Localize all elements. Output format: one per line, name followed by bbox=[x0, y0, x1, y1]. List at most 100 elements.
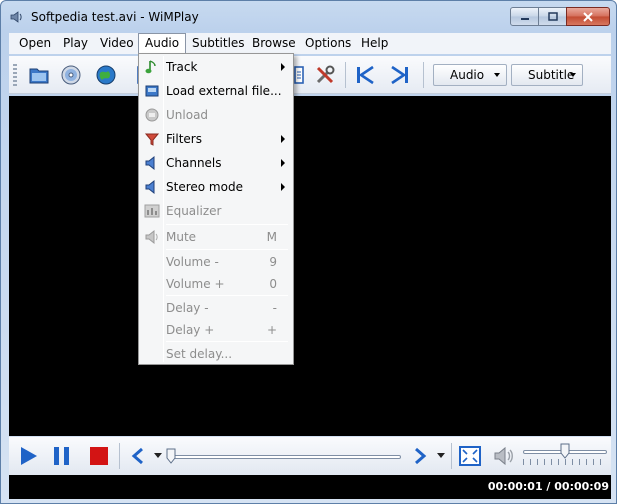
menu-browse[interactable]: Browse bbox=[246, 33, 302, 54]
maximize-icon bbox=[547, 12, 558, 21]
subtitle-dropdown[interactable]: Subtitle bbox=[511, 64, 583, 86]
menu-item-label: Unload bbox=[166, 108, 209, 122]
filters-icon bbox=[144, 133, 160, 146]
toolbar-separator bbox=[423, 62, 424, 88]
menu-item-label: Delay + bbox=[166, 323, 215, 337]
audio-menu: Track Load external file... Unload Filte… bbox=[138, 53, 294, 365]
seek-back-button[interactable] bbox=[125, 443, 151, 469]
folder-icon bbox=[29, 68, 49, 84]
mute-button[interactable] bbox=[491, 443, 517, 469]
menu-audio[interactable]: Audio bbox=[138, 33, 187, 54]
stop-icon bbox=[90, 447, 108, 465]
play-icon bbox=[21, 447, 37, 465]
menu-open[interactable]: Open bbox=[13, 33, 57, 54]
list-icon bbox=[294, 66, 304, 84]
menu-item-label: Volume + bbox=[166, 277, 225, 291]
globe-icon bbox=[96, 65, 116, 85]
status-bar: 00:00:01 / 00:00:09 bbox=[9, 475, 611, 499]
music-note-icon bbox=[145, 60, 156, 74]
chevron-left-icon bbox=[131, 447, 143, 465]
fullscreen-button[interactable] bbox=[457, 443, 483, 469]
settings-button[interactable] bbox=[313, 63, 337, 87]
subtitle-dropdown-label: Subtitle bbox=[528, 68, 575, 82]
toolbar-separator bbox=[345, 62, 346, 88]
app-window: Softpedia test.avi - WiMPlay Open Play V… bbox=[0, 0, 617, 504]
menu-item-label: Equalizer bbox=[166, 204, 222, 218]
menu-item-label: Volume - bbox=[166, 255, 219, 269]
menu-separator bbox=[166, 249, 288, 250]
skip-back-icon bbox=[357, 65, 374, 85]
menu-item-label: Stereo mode bbox=[166, 180, 243, 194]
menu-separator bbox=[166, 224, 288, 225]
unload-icon bbox=[145, 108, 159, 122]
menu-item-shortcut: 0 bbox=[269, 277, 277, 291]
window-title: Softpedia test.avi - WiMPlay bbox=[31, 10, 199, 24]
submenu-arrow-icon bbox=[281, 63, 285, 71]
audio-track-dropdown[interactable]: Audio bbox=[433, 64, 507, 86]
next-button[interactable] bbox=[388, 63, 412, 87]
minimize-button[interactable] bbox=[510, 7, 539, 26]
menu-bar: Open Play Video Audio Subtitles Browse O… bbox=[9, 33, 611, 54]
menu-play[interactable]: Play bbox=[57, 33, 94, 54]
seek-thumb[interactable] bbox=[166, 448, 176, 464]
seek-forward-button[interactable] bbox=[407, 443, 433, 469]
menu-item-volume-down: Volume - 9 bbox=[141, 251, 291, 273]
close-icon bbox=[583, 11, 593, 22]
menu-help[interactable]: Help bbox=[355, 33, 394, 54]
menu-item-unload: Unload bbox=[141, 104, 291, 126]
equalizer-icon bbox=[144, 204, 160, 218]
speaker-icon bbox=[494, 446, 513, 466]
menu-item-label: Channels bbox=[166, 156, 222, 170]
menu-item-stereo-mode[interactable]: Stereo mode bbox=[141, 176, 291, 198]
disc-icon bbox=[61, 65, 81, 85]
menu-item-filters[interactable]: Filters bbox=[141, 128, 291, 150]
video-area[interactable] bbox=[9, 96, 611, 436]
open-url-button[interactable] bbox=[94, 63, 118, 87]
menu-item-delay-up: Delay + + bbox=[141, 319, 291, 341]
toolbar-grip[interactable] bbox=[13, 64, 17, 86]
chevron-right-icon bbox=[415, 447, 427, 465]
submenu-arrow-icon bbox=[281, 183, 285, 191]
menu-item-label: Filters bbox=[166, 132, 202, 146]
menu-item-equalizer: Equalizer bbox=[141, 200, 291, 222]
speaker-icon bbox=[145, 155, 155, 171]
seek-bar[interactable] bbox=[169, 455, 401, 459]
menu-item-label: Load external file... bbox=[166, 84, 282, 98]
pause-icon bbox=[54, 447, 69, 465]
skip-forward-icon bbox=[391, 65, 408, 85]
pause-button[interactable] bbox=[49, 443, 75, 469]
volume-thumb[interactable] bbox=[560, 443, 570, 459]
menu-item-channels[interactable]: Channels bbox=[141, 152, 291, 174]
play-button[interactable] bbox=[15, 443, 41, 469]
chevron-down-icon bbox=[570, 73, 576, 77]
speaker-app-icon bbox=[10, 11, 22, 23]
menu-item-label: Delay - bbox=[166, 301, 209, 315]
fullscreen-icon bbox=[459, 446, 481, 466]
seek-back-dropdown-icon[interactable] bbox=[154, 453, 162, 459]
stop-button[interactable] bbox=[86, 443, 112, 469]
controls-separator bbox=[451, 443, 452, 469]
menu-video[interactable]: Video bbox=[94, 33, 140, 54]
previous-button[interactable] bbox=[353, 63, 377, 87]
close-button[interactable] bbox=[566, 7, 610, 26]
title-bar[interactable]: Softpedia test.avi - WiMPlay bbox=[1, 1, 616, 31]
menu-item-load-external-file[interactable]: Load external file... bbox=[141, 80, 291, 102]
menu-item-mute: Mute M bbox=[141, 226, 291, 248]
open-file-button[interactable] bbox=[27, 63, 51, 87]
audio-dropdown-label: Audio bbox=[450, 68, 485, 82]
menu-options[interactable]: Options bbox=[299, 33, 357, 54]
seek-forward-dropdown-icon[interactable] bbox=[437, 453, 445, 459]
minimize-icon bbox=[520, 17, 529, 20]
menu-item-label: Set delay... bbox=[166, 347, 233, 361]
load-file-icon bbox=[145, 85, 159, 97]
open-disc-button[interactable] bbox=[59, 63, 83, 87]
menu-subtitles[interactable]: Subtitles bbox=[186, 33, 251, 54]
menu-item-track[interactable]: Track bbox=[141, 56, 291, 78]
menu-separator bbox=[166, 341, 288, 342]
playback-controls bbox=[9, 437, 611, 475]
menu-item-set-delay: Set delay... bbox=[141, 343, 291, 365]
menu-separator bbox=[166, 295, 288, 296]
maximize-button[interactable] bbox=[538, 7, 567, 26]
menu-item-shortcut: M bbox=[266, 230, 277, 244]
submenu-arrow-icon bbox=[281, 135, 285, 143]
